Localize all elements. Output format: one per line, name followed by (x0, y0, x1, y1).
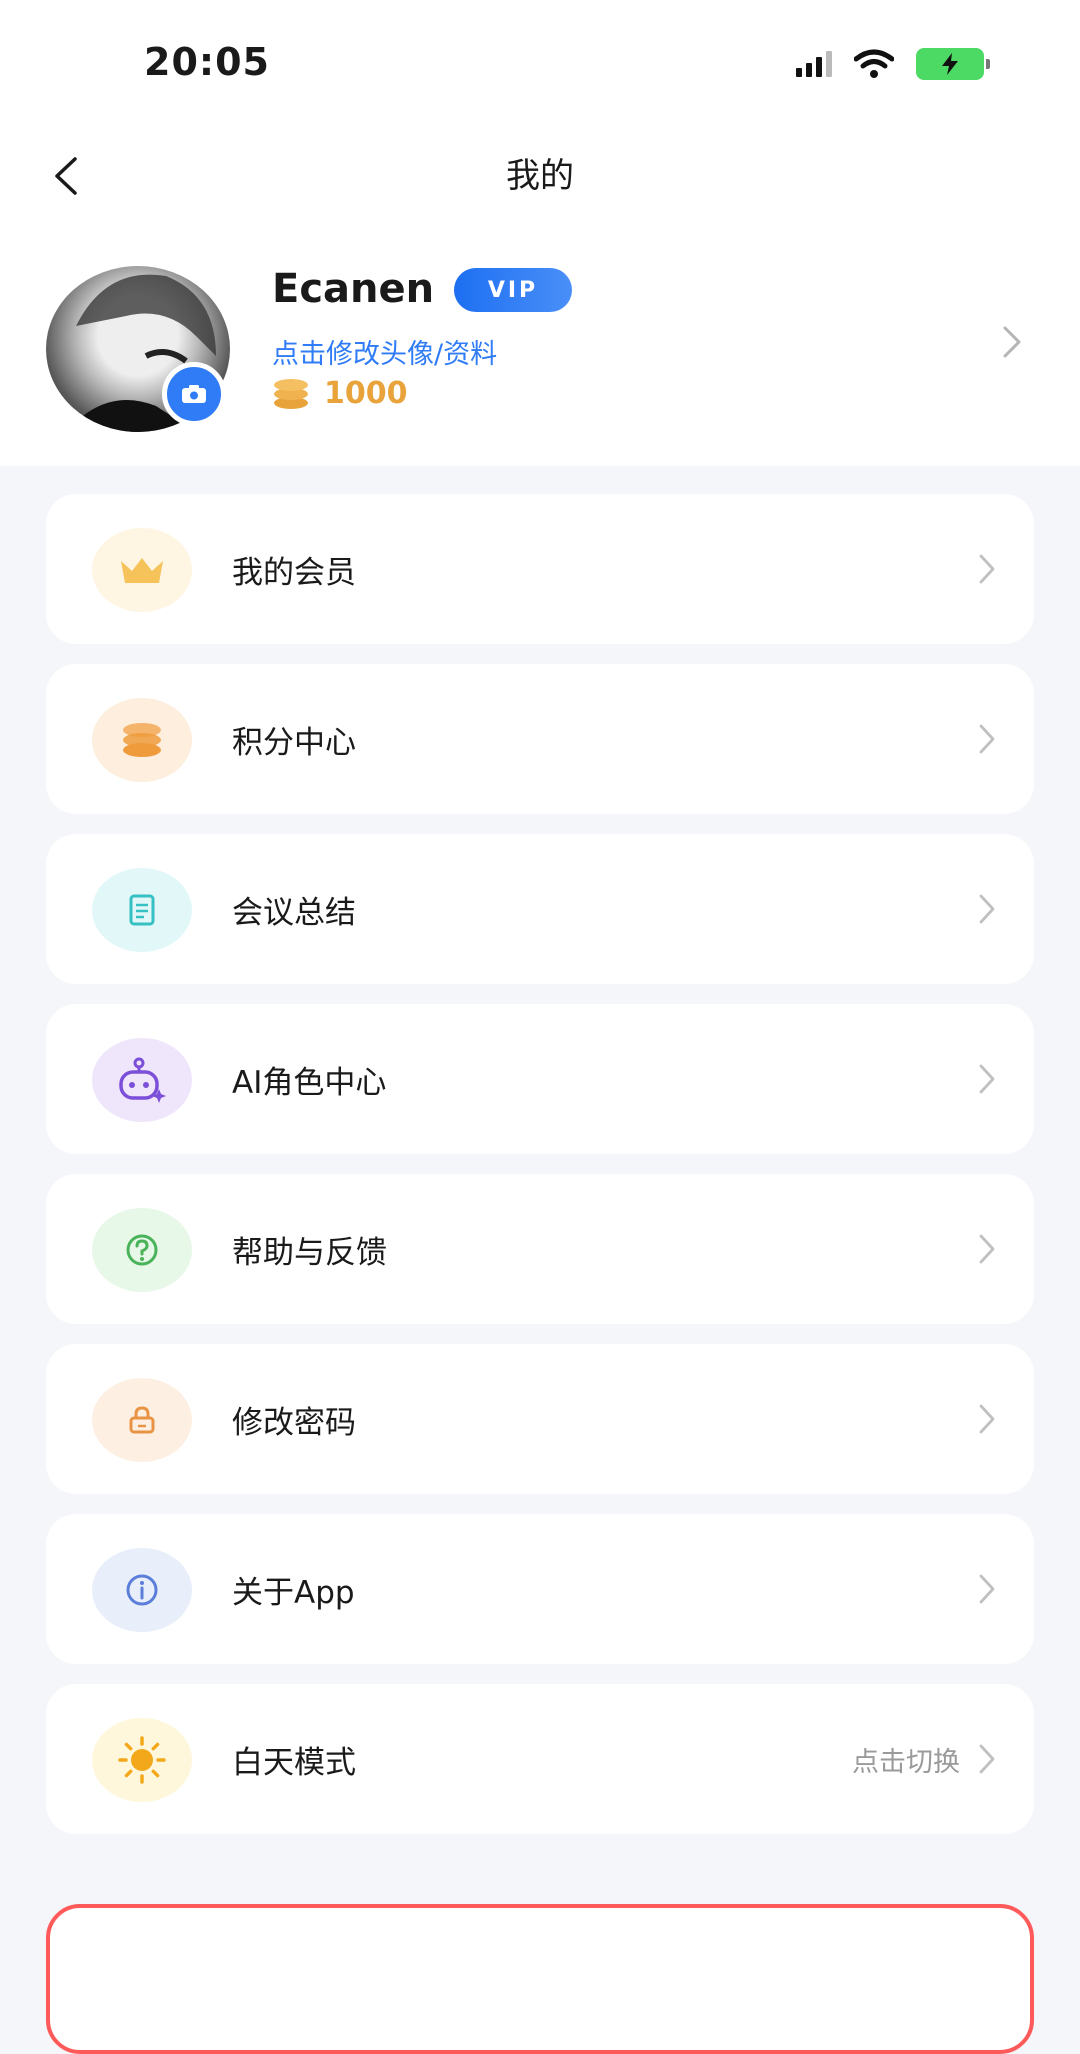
menu-item-label: 关于App (232, 1574, 355, 1611)
logout-button[interactable] (46, 1904, 1034, 2054)
menu-item-sun[interactable]: 白天模式 点击切换 (46, 1684, 1034, 1834)
chevron-right-icon (979, 894, 995, 924)
chevron-right-icon (979, 554, 995, 584)
menu-item-trailing (976, 892, 998, 926)
menu-item-trailing (976, 552, 998, 586)
menu-item-trailing (976, 1232, 998, 1266)
edit-profile-link[interactable]: 点击修改头像/资料 (272, 332, 497, 371)
coins-icon (92, 698, 192, 782)
menu-item-coins[interactable]: 积分中心 (46, 664, 1034, 814)
help-icon (92, 1208, 192, 1292)
wifi-icon (854, 49, 894, 78)
page-title: 我的 (506, 156, 574, 196)
menu-item-info[interactable]: 关于App (46, 1514, 1034, 1664)
menu-item-trailing (976, 1062, 998, 1096)
menu-item-label: 我的会员 (232, 554, 356, 591)
lock-icon (92, 1378, 192, 1462)
chevron-right-icon (979, 1744, 995, 1774)
coins-icon (274, 378, 308, 409)
menu-item-hint: 点击切换 (852, 1746, 960, 1778)
info-icon (92, 1548, 192, 1632)
battery-icon (916, 48, 990, 80)
menu-item-label: 积分中心 (232, 724, 356, 761)
menu-item-robot[interactable]: AI角色中心 (46, 1004, 1034, 1154)
menu-item-label: AI角色中心 (232, 1064, 387, 1101)
vip-badge: VIP (454, 268, 572, 312)
settings-menu: 我的会员积分中心会议总结 AI角色中心 帮助与反馈修改密码关于App 白天模式 点击切换 (46, 494, 1034, 1854)
profile-header-area: 20:05 我的 Ecanen VIP 点击修改头像/资料 1000 (0, 0, 1080, 466)
signal-icon (796, 51, 832, 77)
coin-balance: 1000 (272, 376, 408, 411)
chevron-right-icon (979, 1574, 995, 1604)
status-icons (796, 48, 990, 80)
status-time: 20:05 (144, 40, 270, 84)
chevron-right-icon (979, 724, 995, 754)
menu-item-label: 帮助与反馈 (232, 1234, 387, 1271)
menu-item-trailing (976, 1402, 998, 1436)
menu-item-label: 修改密码 (232, 1404, 356, 1441)
chevron-right-icon (979, 1404, 995, 1434)
sun-icon (92, 1718, 192, 1802)
chevron-right-icon (979, 1234, 995, 1264)
menu-item-trailing (976, 722, 998, 756)
menu-item-trailing: 点击切换 (852, 1740, 998, 1779)
chevron-right-icon (979, 1064, 995, 1094)
menu-item-lock[interactable]: 修改密码 (46, 1344, 1034, 1494)
menu-item-document[interactable]: 会议总结 (46, 834, 1034, 984)
menu-item-label: 白天模式 (232, 1744, 356, 1781)
profile-card[interactable]: Ecanen VIP 点击修改头像/资料 1000 (0, 250, 1080, 440)
chevron-right-icon (1003, 326, 1021, 358)
document-icon (92, 868, 192, 952)
menu-item-label: 会议总结 (232, 894, 356, 931)
robot-icon (92, 1038, 192, 1122)
menu-item-crown[interactable]: 我的会员 (46, 494, 1034, 644)
menu-item-help[interactable]: 帮助与反馈 (46, 1174, 1034, 1324)
coin-amount: 1000 (324, 376, 408, 411)
camera-icon[interactable] (162, 362, 226, 426)
menu-item-trailing (976, 1572, 998, 1606)
username: Ecanen (272, 266, 435, 312)
crown-icon (92, 528, 192, 612)
